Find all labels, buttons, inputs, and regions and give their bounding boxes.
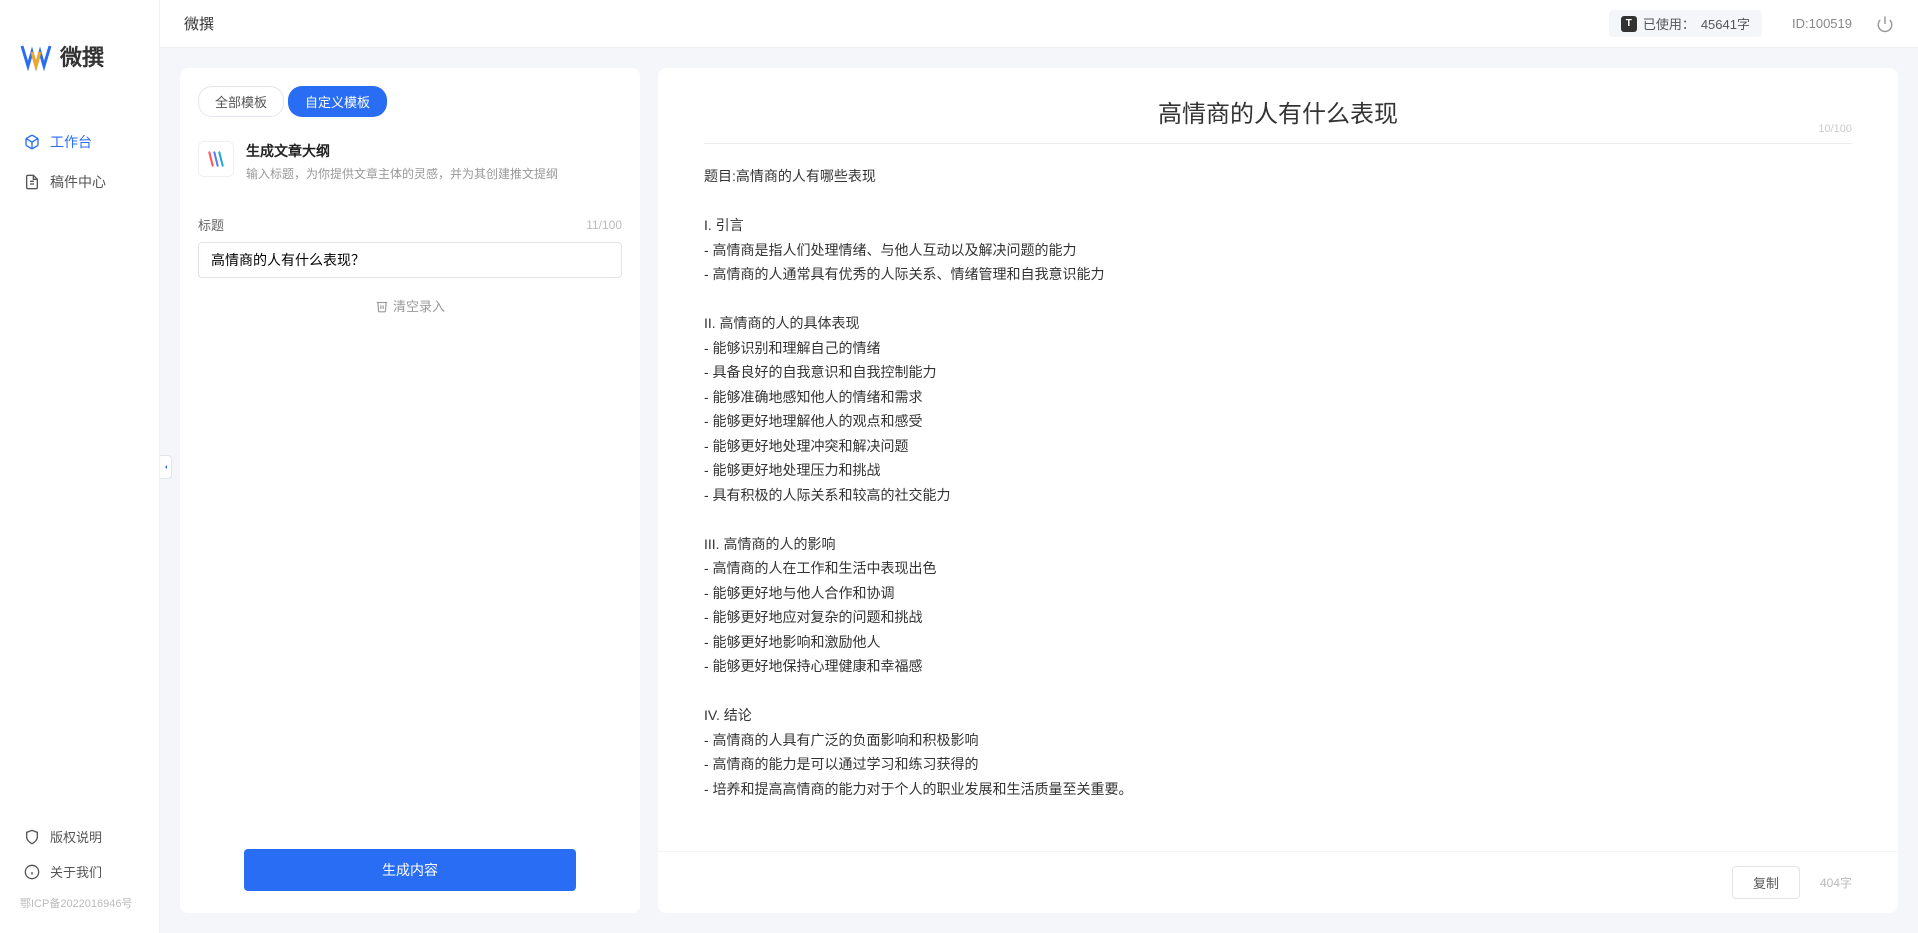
usage-badge: T 已使用： 45641字: [1609, 10, 1762, 37]
word-count: 404字: [1820, 874, 1852, 891]
template-description: 输入标题，为你提供文章主体的灵感，并为其创建推文提纲: [246, 165, 622, 183]
topbar: 微撰 T 已使用： 45641字 ID:100519: [160, 0, 1918, 48]
sidebar-collapse-button[interactable]: [160, 455, 172, 479]
output-panel: 高情商的人有什么表现 10/100 题目:高情商的人有哪些表现 I. 引言 - …: [658, 68, 1898, 913]
cube-icon: [24, 134, 40, 150]
shield-icon: [24, 829, 40, 845]
sidebar-bottom: 版权说明 关于我们 鄂ICP备2022016946号: [0, 819, 159, 933]
document-body[interactable]: 题目:高情商的人有哪些表现 I. 引言 - 高情商是指人们处理情绪、与他人互动以…: [658, 144, 1898, 851]
nav-item-drafts[interactable]: 稿件中心: [0, 162, 159, 202]
nav-item-label: 关于我们: [50, 862, 102, 881]
generate-button[interactable]: 生成内容: [244, 849, 576, 891]
document-title-counter: 10/100: [1818, 123, 1852, 135]
chevron-left-icon: [162, 463, 170, 471]
logo-icon: [20, 40, 52, 72]
nav-item-about[interactable]: 关于我们: [0, 854, 159, 889]
title-input[interactable]: [198, 242, 622, 278]
copy-button[interactable]: 复制: [1732, 866, 1800, 899]
template-card: 生成文章大纲 输入标题，为你提供文章主体的灵感，并为其创建推文提纲: [180, 131, 640, 203]
trash-icon: [375, 299, 389, 313]
nav-item-label: 工作台: [50, 132, 92, 152]
logo-text: 微撰: [60, 40, 104, 72]
title-field-counter: 11/100: [586, 218, 622, 232]
text-icon: T: [1621, 16, 1637, 32]
power-icon[interactable]: [1876, 15, 1894, 33]
nav-item-copyright[interactable]: 版权说明: [0, 819, 159, 854]
title-field-label: 标题: [198, 215, 224, 234]
template-icon: [198, 141, 234, 177]
tab-all-templates[interactable]: 全部模板: [198, 86, 284, 117]
template-panel: 全部模板 自定义模板 生成文章大纲 输入标题，为你提供文章主体的灵感，并为其创建…: [180, 68, 640, 913]
info-icon: [24, 864, 40, 880]
nav-item-workbench[interactable]: 工作台: [0, 122, 159, 162]
icp-text: 鄂ICP备2022016946号: [0, 889, 159, 917]
page-title: 微撰: [184, 13, 214, 34]
document-title[interactable]: 高情商的人有什么表现: [704, 94, 1852, 129]
nav-item-label: 稿件中心: [50, 172, 106, 192]
logo: 微撰: [0, 0, 159, 102]
usage-value: 45641字: [1701, 14, 1750, 33]
usage-label: 已使用：: [1643, 14, 1695, 33]
primary-nav: 工作台 稿件中心: [0, 102, 159, 819]
tab-custom-templates[interactable]: 自定义模板: [288, 86, 387, 117]
document-icon: [24, 174, 40, 190]
clear-input-button[interactable]: 清空录入: [180, 278, 640, 333]
sidebar: 微撰 工作台 稿件中心 版权说明 关于我们 鄂ICP备2022016946号: [0, 0, 160, 933]
template-tabs: 全部模板 自定义模板: [180, 68, 640, 131]
nav-item-label: 版权说明: [50, 827, 102, 846]
template-title: 生成文章大纲: [246, 141, 622, 161]
user-id: ID:100519: [1792, 16, 1852, 31]
